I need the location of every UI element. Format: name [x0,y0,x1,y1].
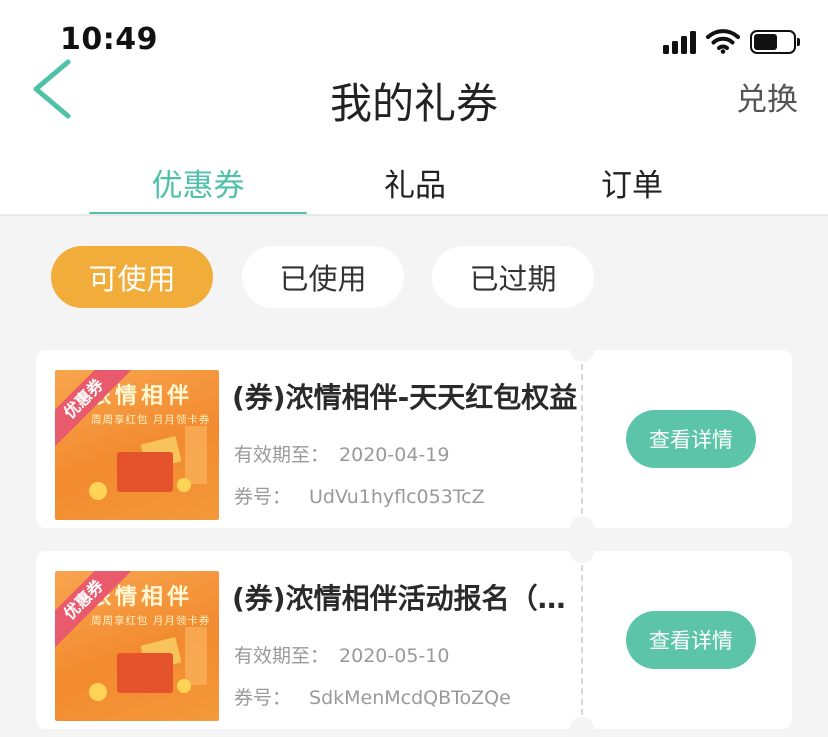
coupon-valid: 有效期至： 2020-04-19 [234,440,449,467]
filter-used[interactable]: 已使用 [242,246,404,308]
divider [0,214,828,216]
wifi-icon [706,29,740,54]
top-bar: 10:49 我的礼券 兑换 优惠券 礼品 订单 [0,0,828,216]
page-title: 我的礼券 [329,79,498,128]
tab-gifts[interactable]: 礼品 [306,160,524,205]
status-time: 10:49 [60,22,158,57]
exchange-button[interactable]: 兑换 [736,74,798,119]
code-value: SdkMenMcdQBToZQe [309,687,511,709]
filter-available[interactable]: 可使用 [51,246,213,308]
coupon-card[interactable]: 浓情相伴 周周享红包 月月领卡券 优惠券 (券)浓情相伴活动报名（… 有效期至：… [36,539,792,737]
signal-icon [663,30,696,54]
tab-bar: 优惠券 礼品 订单 [0,160,828,216]
coupon-valid: 有效期至： 2020-05-10 [234,641,449,668]
status-icons [663,28,800,54]
coupon-thumbnail: 浓情相伴 周周享红包 月月领卡券 优惠券 [55,370,219,520]
coupon-card[interactable]: 浓情相伴 周周享红包 月月领卡券 优惠券 (券)浓情相伴-天天红包权益 有效期至… [36,338,792,540]
code-value: UdVu1hyflc053TcZ [309,486,485,508]
tab-coupons[interactable]: 优惠券 [89,160,307,205]
battery-icon [750,30,800,54]
thumb-subtext: 周周享红包 月月领卡券 [91,615,211,627]
tab-orders[interactable]: 订单 [523,160,741,205]
filter-expired[interactable]: 已过期 [432,246,594,308]
thumb-subtext: 周周享红包 月月领卡券 [91,414,211,426]
filter-chips: 可使用 已使用 已过期 [0,246,828,310]
valid-label: 有效期至： [234,645,330,667]
view-details-button[interactable]: 查看详情 [626,611,756,669]
code-label: 券号： [234,687,292,709]
coupon-code: 券号： UdVu1hyflc053TcZ [234,482,485,509]
coupon-thumbnail: 浓情相伴 周周享红包 月月领卡券 优惠券 [55,571,219,721]
coupon-code: 券号： SdkMenMcdQBToZQe [234,683,511,710]
valid-label: 有效期至： [234,444,330,466]
code-label: 券号： [234,486,292,508]
view-details-button[interactable]: 查看详情 [626,410,756,468]
valid-date: 2020-05-10 [339,645,450,667]
valid-date: 2020-04-19 [339,444,450,466]
coupon-title: (券)浓情相伴-天天红包权益 [232,381,578,414]
coupon-title: (券)浓情相伴活动报名（… [232,582,566,615]
